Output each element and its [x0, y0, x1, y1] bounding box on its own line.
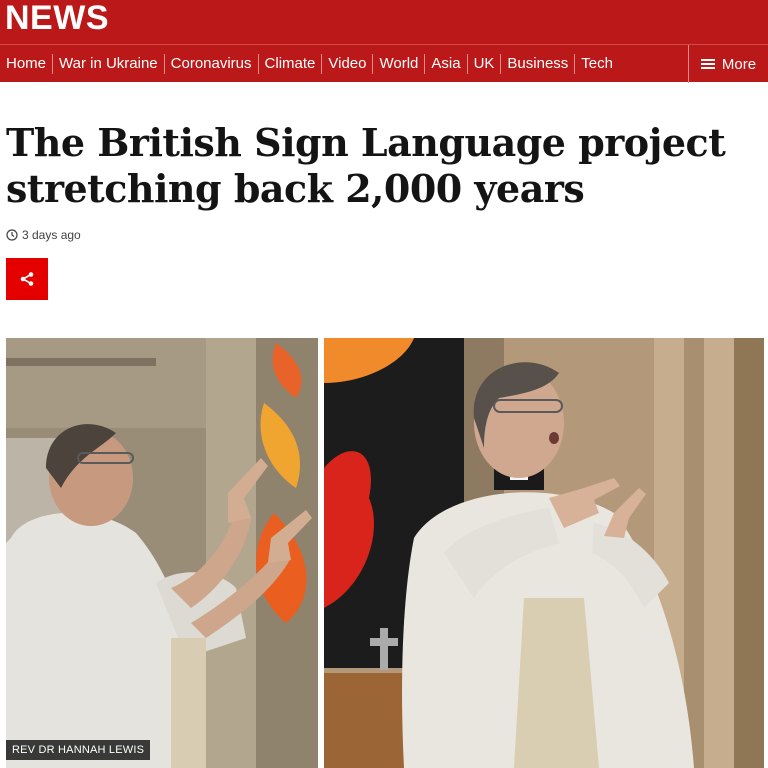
nav-list: Home War in Ukraine Coronavirus Climate … [0, 45, 619, 83]
nav-item-home[interactable]: Home [0, 54, 52, 74]
image-caption: REV DR HANNAH LEWIS [6, 740, 151, 760]
clock-icon [6, 229, 18, 241]
more-label: More [721, 55, 757, 73]
nav-item-war-in-ukraine[interactable]: War in Ukraine [52, 54, 164, 74]
nav-item-tech[interactable]: Tech [574, 54, 619, 74]
news-logo[interactable]: NEWS [5, 0, 109, 44]
article-photo-left [6, 338, 318, 768]
nav-item-video[interactable]: Video [321, 54, 372, 74]
article-timestamp: 3 days ago [6, 227, 81, 243]
more-button[interactable]: More [688, 45, 768, 83]
article-headline: The British Sign Language project stretc… [6, 120, 726, 211]
nav-item-asia[interactable]: Asia [424, 54, 466, 74]
nav-item-world[interactable]: World [372, 54, 424, 74]
nav-item-business[interactable]: Business [500, 54, 574, 74]
nav-item-uk[interactable]: UK [466, 54, 501, 74]
article-photo-right [324, 338, 764, 768]
nav-item-climate[interactable]: Climate [257, 54, 322, 74]
share-button[interactable] [6, 258, 48, 300]
hamburger-icon [700, 58, 715, 70]
nav-item-coronavirus[interactable]: Coronavirus [163, 54, 258, 74]
share-icon [20, 272, 34, 286]
main-navigation: Home War in Ukraine Coronavirus Climate … [0, 44, 768, 83]
timestamp-text: 3 days ago [22, 228, 81, 242]
top-bar: NEWS [0, 0, 768, 44]
